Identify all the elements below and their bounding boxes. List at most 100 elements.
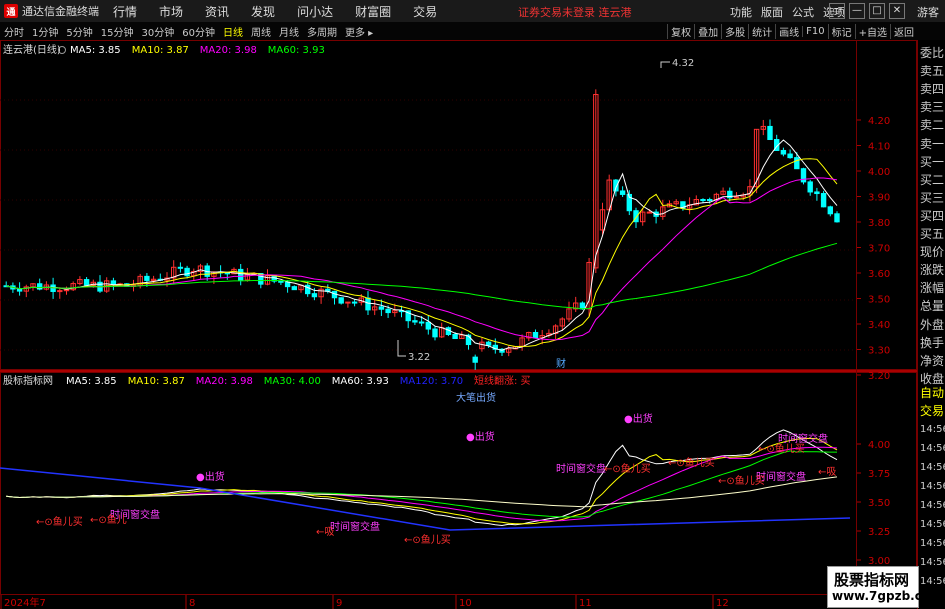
tick-time-3: 14:56 bbox=[920, 481, 945, 492]
tool-adjust[interactable]: 复权 bbox=[667, 23, 694, 39]
chart-toolbar: 复权 叠加 多股 统计 画线 F10 标记 +自选 返回 bbox=[667, 22, 917, 40]
indicator-axis: 4.003.753.503.253.00 bbox=[857, 440, 890, 567]
trade-row-0[interactable]: 自动 bbox=[920, 384, 944, 401]
axis-label: 3.80 bbox=[868, 218, 890, 229]
candle-body bbox=[646, 211, 653, 214]
candle-body bbox=[834, 213, 840, 223]
buy-signal: ←⊙鱼儿买 bbox=[668, 456, 715, 469]
menu-discover[interactable]: 发现 bbox=[251, 3, 275, 20]
ind-legend-item-3: MA30: 4.00 bbox=[264, 376, 321, 387]
tool-multi[interactable]: 多股 bbox=[721, 23, 748, 39]
absorb-signal: ←吸 bbox=[316, 527, 334, 538]
menu-news[interactable]: 资讯 bbox=[205, 3, 229, 20]
quote-row-1: 卖五 bbox=[920, 64, 945, 79]
buy-signal: ←⊙鱼儿买 bbox=[718, 474, 765, 487]
period-9[interactable]: 多周期 bbox=[303, 24, 341, 39]
candle-body bbox=[814, 191, 820, 195]
low-price: 3.22 bbox=[408, 352, 430, 363]
ma60-line bbox=[6, 242, 838, 310]
maximize-icon[interactable]: □ bbox=[869, 3, 885, 19]
axis-label: 3.25 bbox=[868, 527, 890, 538]
tool-watchlist[interactable]: +自选 bbox=[854, 23, 890, 39]
date-label: 8 bbox=[189, 598, 195, 609]
menu-quotes[interactable]: 行情 bbox=[113, 3, 137, 20]
guest-label[interactable]: 游客 bbox=[917, 4, 939, 20]
menu-trade[interactable]: 交易 bbox=[413, 3, 437, 20]
period-0[interactable]: 分时 bbox=[0, 24, 28, 39]
candle-body bbox=[351, 301, 358, 304]
candle-body bbox=[418, 321, 425, 324]
quote-row-17: 净资 bbox=[920, 353, 945, 368]
candle-body bbox=[733, 196, 740, 199]
candle-body bbox=[820, 193, 827, 208]
sell-signal: ●出货 bbox=[624, 412, 653, 425]
watermark-title: 股票指标网 bbox=[834, 571, 910, 589]
quote-row-8: 买三 bbox=[920, 190, 945, 205]
quote-row-3: 卖三 bbox=[920, 100, 945, 115]
menu-layout[interactable]: 版面 bbox=[761, 4, 783, 20]
period-3[interactable]: 15分钟 bbox=[97, 24, 138, 39]
main-menu: 行情 市场 资讯 发现 问小达 财富圈 交易 bbox=[113, 3, 459, 20]
time-window-signal: 时间窗交盘 bbox=[330, 520, 380, 533]
login-warning[interactable]: 证券交易未登录 连云港 bbox=[518, 4, 632, 20]
tool-mark[interactable]: 标记 bbox=[827, 23, 855, 39]
period-4[interactable]: 30分钟 bbox=[137, 24, 178, 39]
period-5[interactable]: 60分钟 bbox=[178, 24, 219, 39]
event-marker: 财 bbox=[556, 357, 566, 370]
menu-function[interactable]: 功能 bbox=[730, 4, 752, 20]
period-6[interactable]: 日线 bbox=[219, 24, 247, 39]
main-legend-item-1: MA10: 3.87 bbox=[132, 45, 189, 56]
candle-body bbox=[110, 280, 117, 285]
tool-stats[interactable]: 统计 bbox=[748, 23, 775, 39]
quote-row-13: 涨幅 bbox=[920, 281, 945, 296]
candle-body bbox=[807, 181, 813, 193]
sell-signal: ●出货 bbox=[466, 430, 495, 443]
tick-time-2: 14:56 bbox=[920, 462, 945, 473]
axis-label: 3.75 bbox=[868, 469, 890, 480]
big-sell-label: 大笔出货 bbox=[456, 391, 496, 404]
main-legend-stock: 连云港(日线) bbox=[3, 43, 61, 56]
menu-wealth[interactable]: 财富圈 bbox=[355, 3, 391, 20]
trade-row-1[interactable]: 交易 bbox=[920, 402, 944, 419]
period-10[interactable]: 更多 ▸ bbox=[341, 24, 377, 39]
candle-body bbox=[284, 281, 291, 288]
date-label: 11 bbox=[579, 598, 592, 609]
axis-label: 3.40 bbox=[868, 320, 890, 331]
tick-time-7: 14:56 bbox=[920, 557, 945, 568]
kline-chart[interactable]: 4.20 4.10 4.00 3.90 3.80 3.70 3.60 3.50 3.40 3.30… bbox=[0, 40, 917, 609]
menu-formula[interactable]: 公式 bbox=[792, 4, 814, 20]
tick-time-0: 14:56 bbox=[920, 424, 945, 435]
close-icon[interactable]: ✕ bbox=[889, 3, 905, 19]
candle-body bbox=[345, 301, 351, 304]
ind-legend-item-0: MA5: 3.85 bbox=[66, 376, 117, 387]
candle-body bbox=[378, 306, 385, 310]
candle-body bbox=[177, 266, 184, 269]
candle-body bbox=[579, 302, 586, 310]
quote-row-4: 卖二 bbox=[920, 118, 945, 133]
candle-body bbox=[144, 275, 150, 281]
quote-row-9: 买四 bbox=[920, 208, 945, 223]
candle-body bbox=[224, 272, 231, 275]
candle-body bbox=[472, 356, 478, 363]
axis-label: 3.30 bbox=[868, 346, 890, 357]
menu-market[interactable]: 市场 bbox=[159, 3, 183, 20]
candle-body bbox=[827, 206, 833, 215]
tool-f10[interactable]: F10 bbox=[802, 25, 827, 37]
ma20-line bbox=[6, 177, 838, 341]
restore-icon[interactable]: ▭ bbox=[829, 3, 845, 19]
minimize-icon[interactable]: — bbox=[849, 3, 865, 19]
period-1[interactable]: 1分钟 bbox=[28, 24, 62, 39]
buy-signal: ←⊙鱼儿买 bbox=[404, 533, 451, 546]
axis-label: 3.50 bbox=[868, 295, 890, 306]
tick-time-1: 14:56 bbox=[920, 443, 945, 454]
candle-body bbox=[485, 341, 492, 346]
tool-overlay[interactable]: 叠加 bbox=[694, 23, 721, 39]
tool-draw[interactable]: 画线 bbox=[775, 23, 802, 39]
period-2[interactable]: 5分钟 bbox=[62, 24, 96, 39]
period-8[interactable]: 月线 bbox=[275, 24, 303, 39]
tick-time-6: 14:56 bbox=[920, 538, 945, 549]
app-logo-icon: 通 bbox=[4, 4, 18, 18]
period-7[interactable]: 周线 bbox=[247, 24, 275, 39]
tool-back[interactable]: 返回 bbox=[890, 23, 917, 39]
menu-ask[interactable]: 问小达 bbox=[297, 3, 333, 20]
